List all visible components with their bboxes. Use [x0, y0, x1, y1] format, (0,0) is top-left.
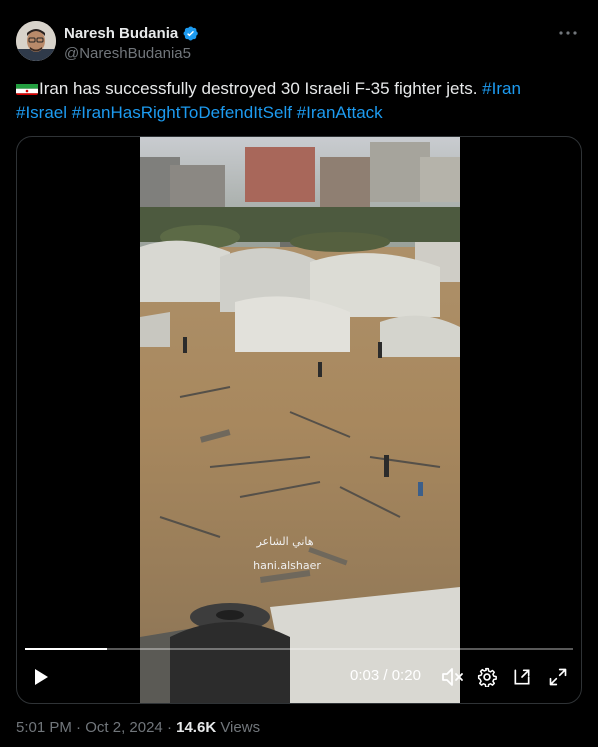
picture-in-picture-icon: [514, 669, 530, 685]
hashtag-iran-attack[interactable]: #IranAttack: [297, 103, 383, 122]
video-time: 0:03 / 0:20: [350, 667, 421, 684]
tweet-body-text: Iran has successfully destroyed 30 Israe…: [39, 79, 478, 98]
author-display-name-row[interactable]: Naresh Budania: [64, 25, 199, 42]
pip-button[interactable]: [510, 665, 534, 689]
views-label: Views: [220, 719, 261, 736]
avatar[interactable]: [16, 21, 56, 61]
play-button[interactable]: [29, 665, 53, 689]
video-player[interactable]: هاني الشاعر hani.alshaer 0:03 / 0:20: [16, 136, 582, 704]
play-icon: [35, 669, 48, 685]
video-duration: 0:20: [391, 667, 421, 684]
verified-badge-icon: [183, 26, 198, 41]
meta-dot-2: ·: [166, 719, 172, 736]
hashtag-iran[interactable]: #Iran: [482, 79, 521, 98]
tweet-header: Naresh Budania @NareshBudania5: [16, 21, 582, 65]
author-display-name[interactable]: Naresh Budania: [64, 25, 178, 42]
video-progress-bar[interactable]: [25, 648, 573, 650]
tweet-text: Iran has successfully destroyed 30 Israe…: [16, 77, 582, 125]
fullscreen-icon: [549, 668, 567, 686]
fullscreen-button[interactable]: [546, 665, 570, 689]
tweet-time[interactable]: 5:01 PM: [16, 719, 72, 736]
watermark-latin: hani.alshaer: [253, 559, 321, 572]
mute-button[interactable]: [441, 665, 465, 689]
video-current-time: 0:03: [350, 667, 380, 684]
more-dots-icon: [559, 31, 577, 35]
hashtag-iran-has-right[interactable]: #IranHasRightToDefendItSelf: [72, 103, 292, 122]
tweet-meta: 5:01 PM · Oct 2, 2024 · 14.6K Views: [16, 719, 260, 736]
tweet-date[interactable]: Oct 2, 2024: [85, 719, 163, 736]
watermark-arabic: هاني الشاعر: [255, 535, 313, 548]
gear-icon: [477, 667, 497, 687]
author-handle[interactable]: @NareshBudania5: [64, 45, 199, 62]
video-controls: 0:03 / 0:20: [17, 651, 581, 703]
volume-muted-icon: [442, 668, 463, 686]
hashtag-israel[interactable]: #Israel: [16, 103, 67, 122]
avatar-image: [16, 21, 56, 61]
video-time-separator: /: [383, 667, 388, 684]
author-names: Naresh Budania @NareshBudania5: [64, 25, 199, 62]
more-options-button[interactable]: [556, 23, 580, 43]
settings-button[interactable]: [475, 665, 499, 689]
video-progress-fill: [25, 648, 108, 650]
video-thumbnail: هاني الشاعر hani.alshaer: [140, 137, 460, 703]
video-frame[interactable]: هاني الشاعر hani.alshaer: [140, 137, 460, 703]
views-count[interactable]: 14.6K: [176, 719, 216, 736]
meta-dot: ·: [76, 719, 82, 736]
iran-flag-icon: [16, 81, 38, 95]
